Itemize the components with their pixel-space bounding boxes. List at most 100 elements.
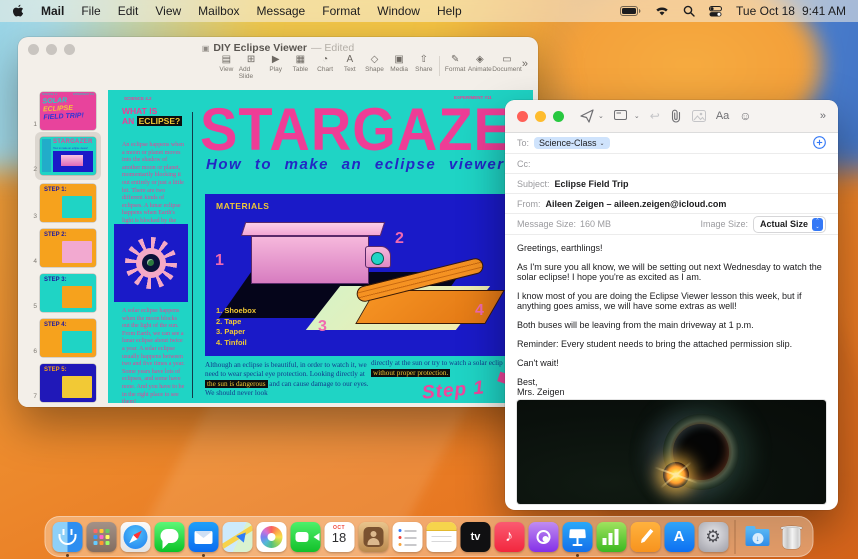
body-paragraph: As I'm sure you all know, we will be set… — [517, 262, 822, 282]
subject-value[interactable]: Eclipse Field Trip — [555, 179, 629, 189]
send-icon[interactable] — [580, 109, 594, 123]
dock-item-launchpad[interactable] — [86, 518, 117, 556]
chart-button[interactable]: ◔ Chart — [313, 54, 338, 73]
body-paragraph: Greetings, earthlings! — [517, 243, 603, 253]
view-button[interactable]: ▤ View — [214, 54, 239, 73]
send-options-chevron-icon[interactable]: ⌄ — [598, 112, 604, 120]
play-button[interactable]: ▶ Play — [263, 54, 288, 73]
slide-number: 3 — [33, 213, 37, 220]
dock-item-photos[interactable] — [256, 518, 287, 556]
emoji-icon[interactable]: ☺ — [739, 109, 751, 123]
menu-bar-date[interactable]: Tue Oct 18 — [736, 4, 795, 18]
add-slide-button[interactable]: ⊞ Add Slide — [239, 54, 264, 80]
share-button[interactable]: ⇧ Share — [412, 54, 437, 73]
dock-item-keynote[interactable] — [562, 518, 593, 557]
slide-thumbnail-3[interactable]: STEP 1: — [40, 184, 96, 222]
slide-course-label: SCIENCE 4.2 — [124, 96, 152, 101]
search-icon[interactable] — [683, 5, 695, 17]
dock-item-trash[interactable] — [776, 518, 807, 556]
keynote-title-bar[interactable]: ▣ DIY Eclipse Viewer — Edited — [18, 37, 538, 55]
dock-item-app-store[interactable]: A — [664, 518, 695, 556]
dock-item-maps[interactable] — [222, 518, 253, 556]
close-button[interactable] — [28, 44, 39, 55]
dock-item-notes[interactable] — [426, 518, 457, 556]
eclipse-photo-attachment[interactable] — [517, 400, 826, 504]
dock-item-facetime[interactable] — [290, 518, 321, 556]
attach-icon[interactable] — [670, 109, 682, 123]
menu-view[interactable]: View — [155, 4, 181, 18]
recipient-token[interactable]: Science-Class ⌄ — [534, 137, 610, 149]
image-size-dropdown[interactable]: Actual Size ⌃ ⌄ — [752, 215, 826, 233]
subject-field[interactable]: Subject: Eclipse Field Trip — [505, 174, 838, 194]
close-button[interactable] — [517, 110, 528, 122]
menu-file[interactable]: File — [81, 4, 100, 18]
share-icon: ⇧ — [419, 54, 429, 65]
menu-message[interactable]: Message — [257, 4, 306, 18]
mail-toolbar[interactable]: ⌄ ⌄ ↩ Aa ☺ » — [505, 100, 838, 133]
text-button[interactable]: A Text — [337, 54, 362, 73]
control-center-icon[interactable] — [709, 5, 723, 17]
dock-item-reminders[interactable] — [392, 518, 423, 556]
menu-window[interactable]: Window — [377, 4, 420, 18]
stepper-icon[interactable]: ⌃ ⌄ — [812, 217, 823, 231]
slide-thumbnail-4[interactable]: STEP 2: — [40, 229, 96, 267]
add-recipient-button[interactable] — [813, 135, 826, 151]
format-text-icon[interactable]: Aa — [716, 110, 729, 122]
body-paragraph: Can't wait! — [517, 358, 559, 368]
toolbar-overflow-button[interactable]: » — [522, 54, 528, 70]
dock-item-mail[interactable] — [188, 518, 219, 557]
slide-thumbnail-6[interactable]: STEP 4: — [40, 319, 96, 357]
slide-thumbnail-7[interactable]: STEP 5: — [40, 364, 96, 402]
slide-thumbnail-1[interactable]: SCIENCE 4.2 EXPERIMENT #11 SOLAR ECLIPSE … — [40, 92, 96, 130]
from-value[interactable]: Aileen Zeigen – aileen.zeigen@icloud.com — [546, 199, 727, 209]
dock-item-contacts[interactable] — [358, 518, 389, 556]
dock-item-messages[interactable] — [154, 518, 185, 556]
dock-item-tv[interactable]: tv — [460, 518, 491, 556]
message-body[interactable]: Greetings, earthlings! As I'm sure you a… — [505, 235, 838, 398]
header-fields-icon[interactable] — [613, 110, 630, 122]
menu-bar-time[interactable]: 9:41 AM — [802, 4, 846, 18]
document-button[interactable]: ▭ Document — [492, 54, 522, 73]
running-indicator — [575, 553, 579, 557]
dock-item-downloads[interactable]: ↓ — [742, 518, 773, 556]
slide-thumbnail-5[interactable]: STEP 3: — [40, 274, 96, 312]
format-button[interactable]: ✎ Format — [443, 54, 468, 73]
media-button[interactable]: ▣ Media — [387, 54, 412, 73]
battery-icon[interactable] — [620, 6, 641, 16]
cc-field[interactable]: Cc: — [505, 154, 838, 174]
dock-item-numbers[interactable] — [596, 518, 627, 556]
minimize-button[interactable] — [535, 110, 546, 122]
apple-menu-icon[interactable] — [12, 4, 24, 18]
dock-divider — [734, 519, 736, 554]
pages-icon — [630, 521, 660, 552]
minimize-button[interactable] — [46, 44, 57, 55]
menu-mailbox[interactable]: Mailbox — [198, 4, 239, 18]
dock-item-system-settings[interactable]: ⚙ — [698, 518, 729, 556]
dock-item-podcasts[interactable] — [528, 518, 559, 556]
menu-edit[interactable]: Edit — [118, 4, 139, 18]
menu-app-name[interactable]: Mail — [41, 4, 64, 18]
slide-canvas[interactable]: SCIENCE 4.2 EXPERIMENT #11 WHAT IS AN EC… — [108, 90, 533, 403]
dock-item-music[interactable]: ♪ — [494, 518, 525, 556]
shape-button[interactable]: ◇ Shape — [362, 54, 387, 73]
zoom-button[interactable] — [553, 110, 564, 122]
from-field[interactable]: From: Aileen Zeigen – aileen.zeigen@iclo… — [505, 194, 838, 214]
header-fields-chevron-icon[interactable]: ⌄ — [634, 112, 640, 120]
zoom-button[interactable] — [64, 44, 75, 55]
dock-item-pages[interactable] — [630, 518, 661, 556]
dock-item-finder[interactable] — [52, 518, 83, 557]
to-field[interactable]: To: Science-Class ⌄ — [505, 133, 838, 154]
mail-icon — [188, 521, 218, 552]
animate-button[interactable]: ◈ Animate — [468, 54, 493, 73]
wifi-icon[interactable] — [655, 6, 669, 16]
dock-item-safari[interactable] — [120, 518, 151, 556]
toolbar-overflow-icon[interactable]: » — [820, 110, 826, 122]
dock-item-calendar[interactable]: OCT 18 — [324, 518, 355, 556]
table-button[interactable]: ▦ Table — [288, 54, 313, 73]
slide-thumbnail-2[interactable]: STARGAZER How to make an eclipse viewer! — [40, 137, 96, 175]
slide-paragraph-1: An eclipse happens when a moon or planet… — [122, 142, 185, 232]
notes-icon — [426, 521, 456, 552]
chart-icon: ◔ — [322, 54, 329, 65]
menu-help[interactable]: Help — [437, 4, 462, 18]
menu-format[interactable]: Format — [322, 4, 360, 18]
